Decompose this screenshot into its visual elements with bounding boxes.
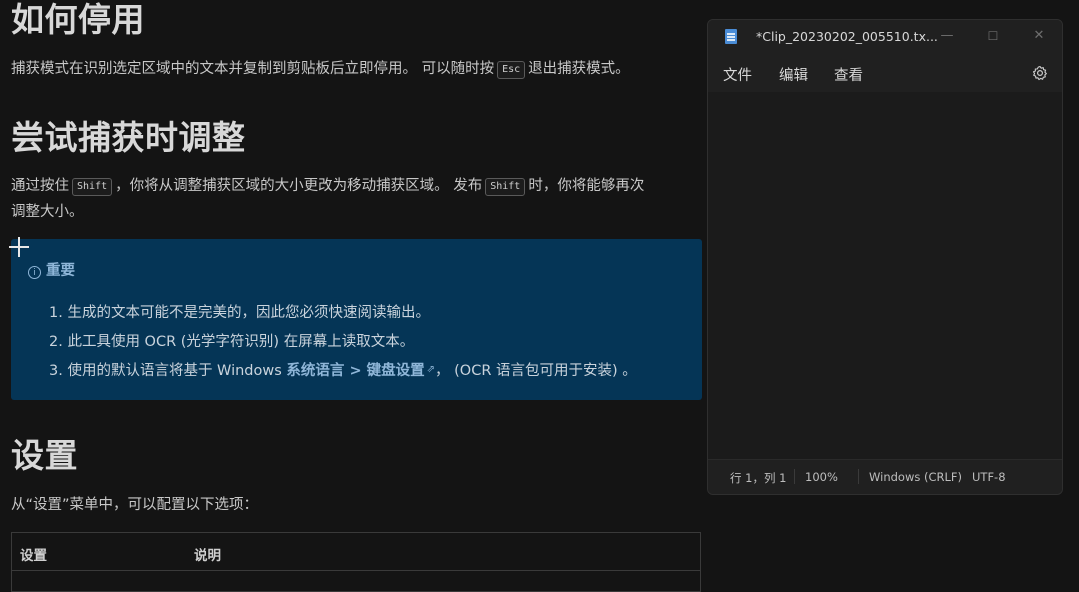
table-header-setting: 设置 [20, 548, 47, 564]
adjust-text-after: 时，你将能够再次 [528, 178, 645, 194]
table-header-description: 说明 [194, 548, 221, 564]
minimize-button[interactable]: — [932, 26, 962, 46]
keyboard-settings-link[interactable]: 键盘设置 [367, 363, 425, 379]
menu-view[interactable]: 查看 [834, 64, 863, 85]
heading-how-to-stop: 如何停用 [11, 0, 145, 39]
notepad-app-icon [725, 29, 737, 44]
heading-adjust: 尝试捕获时调整 [11, 118, 246, 157]
status-zoom[interactable]: 100% [805, 470, 838, 484]
adjust-paragraph-line2: 调整大小。 [11, 204, 84, 220]
alert-item-3-after: ， (OCR 语言包可用于安装) 。 [435, 363, 637, 379]
status-encoding[interactable]: UTF-8 [972, 470, 1006, 484]
notepad-menubar: 文件 编辑 查看 [708, 54, 1062, 92]
alert-list: 1. 生成的文本可能不是完美的，因此您必须快速阅读输出。 2. 此工具使用 OC… [49, 299, 637, 386]
esc-key: Esc [497, 61, 526, 79]
crosshair-cursor-icon [8, 236, 30, 258]
menu-file[interactable]: 文件 [723, 64, 752, 85]
alert-item-3-before: 3. 使用的默认语言将基于 Windows [49, 363, 287, 379]
notepad-text-area[interactable] [708, 92, 1062, 460]
stop-text-after: 退出捕获模式。 [528, 61, 630, 77]
link-separator: > [344, 363, 367, 379]
close-button[interactable]: ✕ [1024, 26, 1054, 46]
alert-item-1: 1. 生成的文本可能不是完美的，因此您必须快速阅读输出。 [49, 305, 430, 321]
status-line-ending[interactable]: Windows (CRLF) [869, 470, 962, 484]
menu-edit[interactable]: 编辑 [779, 64, 808, 85]
settings-table: 设置 说明 [11, 532, 701, 592]
stop-text-before: 捕获模式在识别选定区域中的文本并复制到剪贴板后立即停用。 可以随时按 [11, 61, 495, 77]
maximize-button[interactable]: ☐ [978, 26, 1008, 46]
adjust-text-mid: ，你将从调整捕获区域的大小更改为移动捕获区域。 发布 [115, 178, 483, 194]
alert-title: i 重要 [28, 259, 75, 280]
info-icon: i [28, 266, 41, 279]
status-position: 行 1，列 1 [730, 471, 787, 485]
settings-intro: 从“设置”菜单中，可以配置以下选项： [11, 497, 259, 513]
status-divider [794, 469, 795, 484]
notepad-title: *Clip_20230202_005510.tx... [756, 29, 938, 44]
adjust-text-before: 通过按住 [11, 178, 69, 194]
status-divider [858, 469, 859, 484]
alert-title-text: 重要 [46, 263, 75, 279]
document-page: 如何停用 捕获模式在识别选定区域中的文本并复制到剪贴板后立即停用。 可以随时按 E… [0, 0, 706, 592]
stop-paragraph: 捕获模式在识别选定区域中的文本并复制到剪贴板后立即停用。 可以随时按 Esc 退出捕… [11, 56, 630, 82]
shift-key: Shift [485, 178, 526, 196]
table-divider [12, 570, 700, 571]
settings-gear-icon[interactable] [1032, 65, 1048, 81]
heading-settings: 设置 [11, 436, 78, 475]
external-link-icon: ⇗ [426, 364, 436, 375]
alert-item-3: 3. 使用的默认语言将基于 Windows 系统语言 > 键盘设置 ⇗， (OCR… [49, 356, 637, 386]
notepad-titlebar[interactable]: *Clip_20230202_005510.tx... — ☐ ✕ [708, 20, 1062, 54]
shift-key: Shift [72, 178, 113, 196]
adjust-paragraph: 通过按住 Shift ，你将从调整捕获区域的大小更改为移动捕获区域。 发布 Shift… [11, 173, 644, 199]
alert-item-2: 2. 此工具使用 OCR (光学字符识别) 在屏幕上读取文本。 [49, 333, 415, 350]
important-alert: i 重要 1. 生成的文本可能不是完美的，因此您必须快速阅读输出。 2. 此工具使… [11, 239, 702, 400]
notepad-statusbar: 行 1，列 1 100% Windows (CRLF) UTF-8 [708, 459, 1062, 494]
system-language-link[interactable]: 系统语言 [286, 363, 344, 379]
notepad-window[interactable]: *Clip_20230202_005510.tx... — ☐ ✕ 文件 编辑 … [707, 19, 1063, 495]
